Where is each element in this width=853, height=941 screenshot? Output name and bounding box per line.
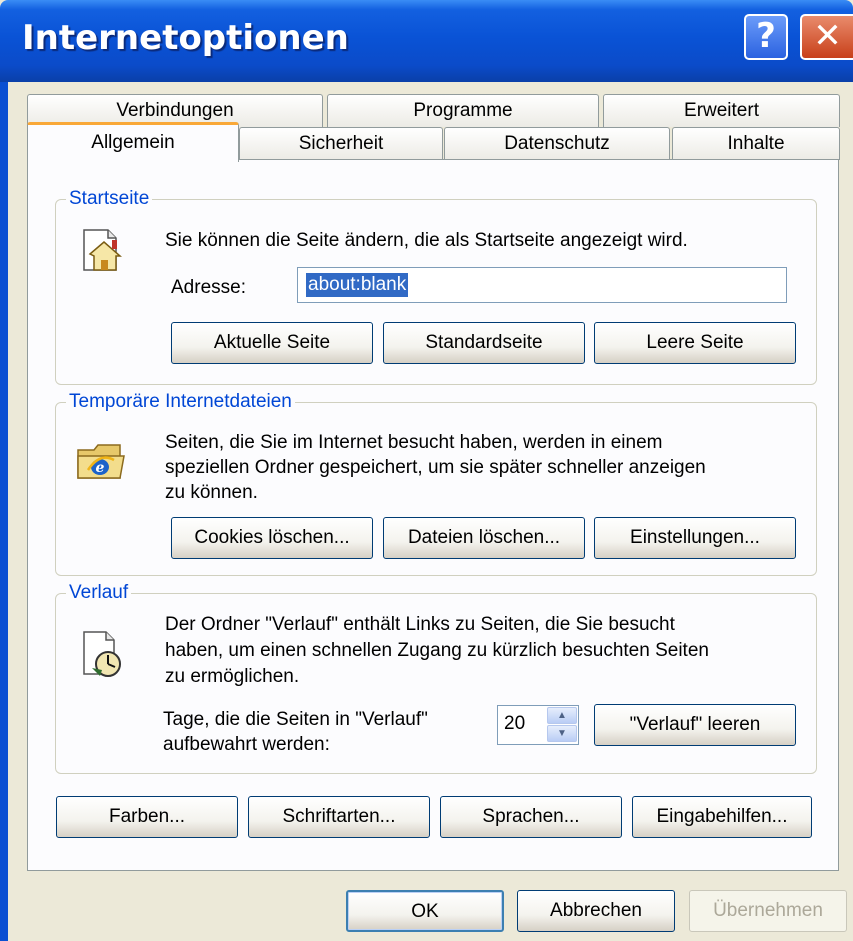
apply-button[interactable]: Übernehmen [689, 890, 847, 932]
tab-datenschutz[interactable]: Datenschutz [444, 127, 670, 160]
svg-text:e: e [96, 460, 105, 476]
delete-cookies-button[interactable]: Cookies löschen... [171, 517, 373, 559]
days-spinner[interactable]: 20 ▲ ▼ [497, 705, 579, 745]
ok-button[interactable]: OK [346, 890, 504, 932]
tab-allgemein[interactable]: Allgemein [27, 122, 239, 162]
history-line-2: haben, um einen schnellen Zugang zu kürz… [165, 640, 709, 661]
history-line-3: zu ermöglichen. [165, 666, 300, 687]
address-input[interactable]: about:blank [297, 267, 787, 303]
standard-page-button[interactable]: Standardseite [383, 322, 585, 364]
history-line-1: Der Ordner "Verlauf" enthält Links zu Se… [165, 614, 675, 635]
blank-page-button[interactable]: Leere Seite [594, 322, 796, 364]
temp-files-line-3: zu können. [165, 482, 258, 503]
spinner-arrows: ▲ ▼ [547, 707, 577, 743]
home-page-icon [80, 228, 126, 280]
history-legend: Verlauf [69, 582, 129, 603]
tab-sicherheit[interactable]: Sicherheit [239, 127, 443, 160]
settings-button[interactable]: Einstellungen... [594, 517, 796, 559]
current-page-button[interactable]: Aktuelle Seite [171, 322, 373, 364]
address-value: about:blank [306, 273, 409, 297]
ie-folder-icon: e [76, 438, 128, 488]
startseite-legend: Startseite [69, 188, 150, 209]
clear-history-button[interactable]: "Verlauf" leeren [594, 704, 796, 746]
address-label: Adresse: [171, 277, 246, 298]
days-label-line-1: Tage, die die Seiten in "Verlauf" [163, 709, 428, 730]
temp-files-legend: Temporäre Internetdateien [69, 391, 292, 412]
tab-erweitert[interactable]: Erweitert [603, 94, 840, 127]
delete-files-button[interactable]: Dateien löschen... [383, 517, 585, 559]
title-bar: Internetoptionen ? ✕ [0, 0, 853, 82]
spin-up-icon[interactable]: ▲ [547, 707, 577, 724]
startseite-description: Sie können die Seite ändern, die als Sta… [165, 230, 688, 251]
history-clock-icon [80, 630, 126, 686]
temp-files-line-2: speziellen Ordner gespeichert, um sie sp… [165, 457, 706, 478]
accessibility-button[interactable]: Eingabehilfen... [632, 796, 812, 838]
days-label-line-2: aufbewahrt werden: [163, 734, 330, 755]
colors-button[interactable]: Farben... [56, 796, 238, 838]
cancel-button[interactable]: Abbrechen [517, 890, 675, 932]
spin-down-icon[interactable]: ▼ [547, 725, 577, 742]
tab-programme[interactable]: Programme [327, 94, 599, 127]
close-button[interactable]: ✕ [800, 14, 853, 60]
window-frame-left [0, 82, 8, 941]
days-value: 20 [504, 713, 526, 734]
fonts-button[interactable]: Schriftarten... [248, 796, 430, 838]
tab-inhalte[interactable]: Inhalte [672, 127, 840, 160]
help-button[interactable]: ? [744, 14, 788, 60]
languages-button[interactable]: Sprachen... [440, 796, 622, 838]
window-title: Internetoptionen [22, 18, 349, 58]
temp-files-line-1: Seiten, die Sie im Internet besucht habe… [165, 432, 663, 453]
